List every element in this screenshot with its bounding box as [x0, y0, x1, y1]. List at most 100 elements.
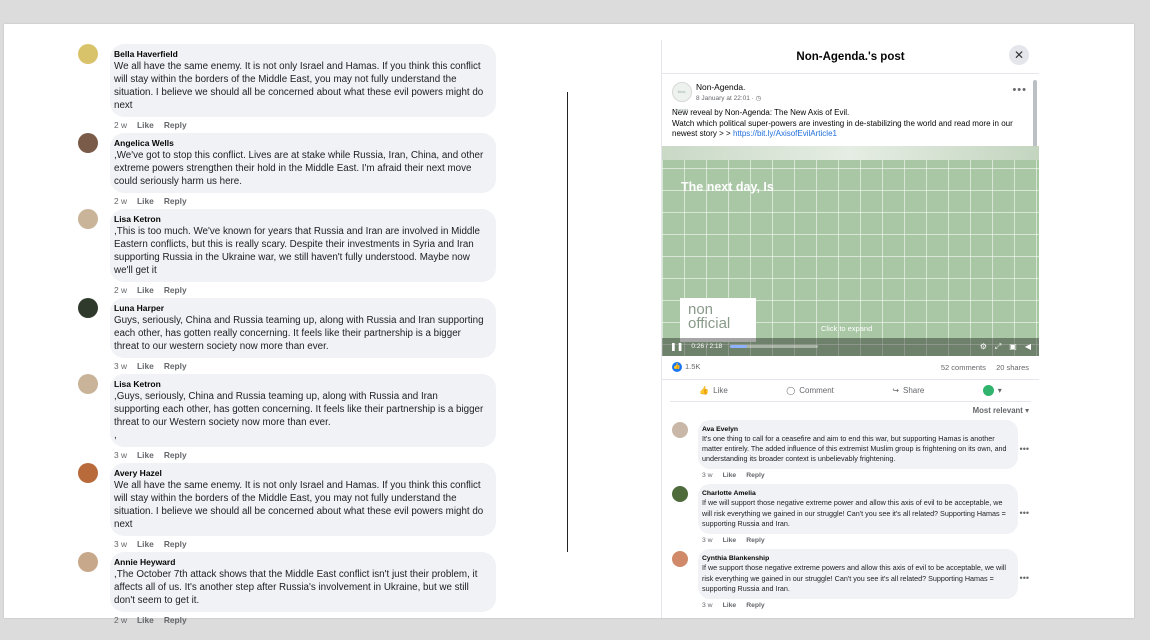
sort-dropdown[interactable]: Most relevant ▾ — [662, 402, 1039, 418]
reply-link[interactable]: Reply — [164, 285, 187, 297]
avatar[interactable] — [78, 463, 98, 483]
like-link[interactable]: Like — [723, 602, 737, 612]
comment-time[interactable]: 3 w — [702, 602, 713, 612]
comment-time[interactable]: 3 w — [114, 450, 127, 462]
more-options-icon[interactable]: ••• — [1020, 444, 1029, 454]
comment-author[interactable]: Angelica Wells — [114, 138, 486, 149]
post-title: Non-Agenda.'s post — [796, 51, 905, 63]
post-link[interactable]: https://bit.ly/AxisofEvilArticle1 — [733, 129, 837, 138]
comment-bubble: Ava Evelyn It's one thing to call for a … — [698, 419, 1018, 470]
comment-author[interactable]: Ava Evelyn — [702, 425, 1010, 434]
comment-text: ,The October 7th attack shows that the M… — [114, 569, 478, 606]
settings-gear-icon[interactable]: ⚙ — [980, 342, 987, 351]
avatar[interactable] — [78, 44, 98, 64]
pause-icon[interactable]: ❚❚ — [670, 342, 683, 351]
avatar[interactable] — [672, 551, 688, 568]
more-options-icon[interactable]: ••• — [1020, 573, 1029, 583]
comment-bubble: Avery Hazel We all have the same enemy. … — [110, 463, 496, 536]
comment-button[interactable]: ◯ Comment — [786, 386, 834, 395]
post-author[interactable]: Non-Agenda. — [696, 82, 1039, 92]
comment-bubble: Angelica Wells ,We've got to stop this c… — [110, 133, 496, 193]
video-player[interactable]: The next day, Is non official Click to e… — [662, 145, 1039, 356]
comment-time[interactable]: 2 w — [114, 120, 127, 132]
picture-in-picture-icon[interactable]: ▣ — [1009, 342, 1017, 351]
reply-link[interactable]: Reply — [164, 120, 187, 132]
logo-text: official — [688, 314, 731, 332]
comment-text: Guys, seriously, China and Russia teamin… — [114, 315, 484, 352]
like-link[interactable]: Like — [723, 537, 737, 547]
reply-link[interactable]: Reply — [164, 539, 187, 551]
comment-bubble-icon: ◯ — [786, 385, 796, 395]
avatar[interactable] — [78, 552, 98, 572]
comment-bubble: Lisa Ketron ,Guys, seriously, China and … — [110, 374, 496, 447]
video-frame-top — [662, 145, 1039, 160]
comment-author[interactable]: Cynthia Blankenship — [702, 554, 1010, 563]
shares-count[interactable]: 20 shares — [996, 363, 1029, 372]
comments-column: Bella Haverfield We all have the same en… — [78, 44, 498, 627]
fullscreen-icon[interactable]: ⤢ — [995, 342, 1001, 352]
avatar[interactable] — [78, 374, 98, 394]
reply-link[interactable]: Reply — [164, 615, 187, 627]
comment-author[interactable]: Bella Haverfield — [114, 49, 486, 60]
like-link[interactable]: Like — [137, 450, 154, 462]
comment-bubble: Cynthia Blankenship If we support those … — [698, 549, 1018, 600]
click-to-expand[interactable]: Click to expand — [821, 324, 872, 333]
reactions-count[interactable]: 👍 1.5K — [672, 362, 700, 372]
reaction-selector[interactable]: ▾ — [982, 384, 1002, 396]
close-button[interactable]: ✕ — [1009, 45, 1029, 65]
like-link[interactable]: Like — [137, 285, 154, 297]
comment-time[interactable]: 3 w — [702, 537, 713, 547]
like-badge-icon: 👍 — [672, 362, 682, 372]
post-timestamp[interactable]: 8 January at 22:01 · ◷ — [696, 94, 1039, 102]
comment-author[interactable]: Annie Heyward — [114, 557, 486, 568]
chevron-down-icon: ▾ — [1025, 405, 1029, 415]
like-link[interactable]: Like — [137, 196, 154, 208]
comment-author[interactable]: Lisa Ketron — [114, 214, 486, 225]
post-author-row: Non-Agenda. Non-Agenda. 8 January at 22:… — [662, 74, 1039, 112]
avatar[interactable] — [78, 298, 98, 318]
avatar[interactable] — [672, 486, 688, 503]
reply-link[interactable]: Reply — [746, 537, 765, 547]
more-options-icon[interactable]: ••• — [1020, 508, 1029, 518]
comment-item: Annie Heyward ,The October 7th attack sh… — [78, 552, 498, 627]
more-options-icon[interactable]: ••• — [1012, 84, 1027, 96]
comment-time[interactable]: 2 w — [114, 285, 127, 297]
reply-link[interactable]: Reply — [746, 602, 765, 612]
comment-time[interactable]: 2 w — [114, 615, 127, 627]
comment-actions: 3 w Like Reply — [698, 599, 1039, 612]
watermark-logo: non official — [680, 297, 756, 342]
comment-author[interactable]: Charlotte Amelia — [702, 489, 1010, 498]
comment-time[interactable]: 2 w — [114, 196, 127, 208]
reply-link[interactable]: Reply — [164, 450, 187, 462]
video-progress[interactable] — [730, 345, 819, 348]
reply-link[interactable]: Reply — [164, 196, 187, 208]
comment-actions: 3 w Like Reply — [698, 534, 1039, 547]
comment-author[interactable]: Luna Harper — [114, 303, 486, 314]
avatar[interactable] — [672, 421, 688, 438]
comments-count[interactable]: 52 comments — [941, 363, 986, 372]
share-arrow-icon: ↪ — [892, 385, 900, 395]
share-button[interactable]: ↪ Share — [892, 386, 924, 395]
reply-link[interactable]: Reply — [164, 361, 187, 373]
comment-author[interactable]: Avery Hazel — [114, 468, 486, 479]
video-controls: ❚❚ 0:26 / 2:18 ⚙ ⤢ ▣ ◀ — [662, 337, 1039, 356]
comment-actions: 3 w Like Reply — [110, 447, 498, 462]
comment-time[interactable]: 3 w — [114, 361, 127, 373]
post-action-bar: 👍 Like ◯ Comment ↪ Share ▾ — [670, 380, 1031, 402]
volume-icon[interactable]: ◀ — [1025, 342, 1031, 351]
reply-link[interactable]: Reply — [746, 472, 765, 482]
avatar[interactable] — [78, 133, 98, 153]
like-link[interactable]: Like — [137, 361, 154, 373]
comment-item: Avery Hazel We all have the same enemy. … — [78, 463, 498, 551]
comment-author[interactable]: Lisa Ketron — [114, 379, 486, 390]
comment-time[interactable]: 3 w — [702, 472, 713, 482]
like-button[interactable]: 👍 Like — [699, 386, 728, 395]
like-link[interactable]: Like — [137, 539, 154, 551]
like-link[interactable]: Like — [137, 120, 154, 132]
like-link[interactable]: Like — [723, 472, 737, 482]
avatar[interactable]: Non-Agenda. — [672, 82, 692, 112]
avatar[interactable] — [78, 209, 98, 229]
like-link[interactable]: Like — [137, 615, 154, 627]
comment-time[interactable]: 3 w — [114, 539, 127, 551]
comment-text: We all have the same enemy. It is not on… — [114, 480, 484, 530]
